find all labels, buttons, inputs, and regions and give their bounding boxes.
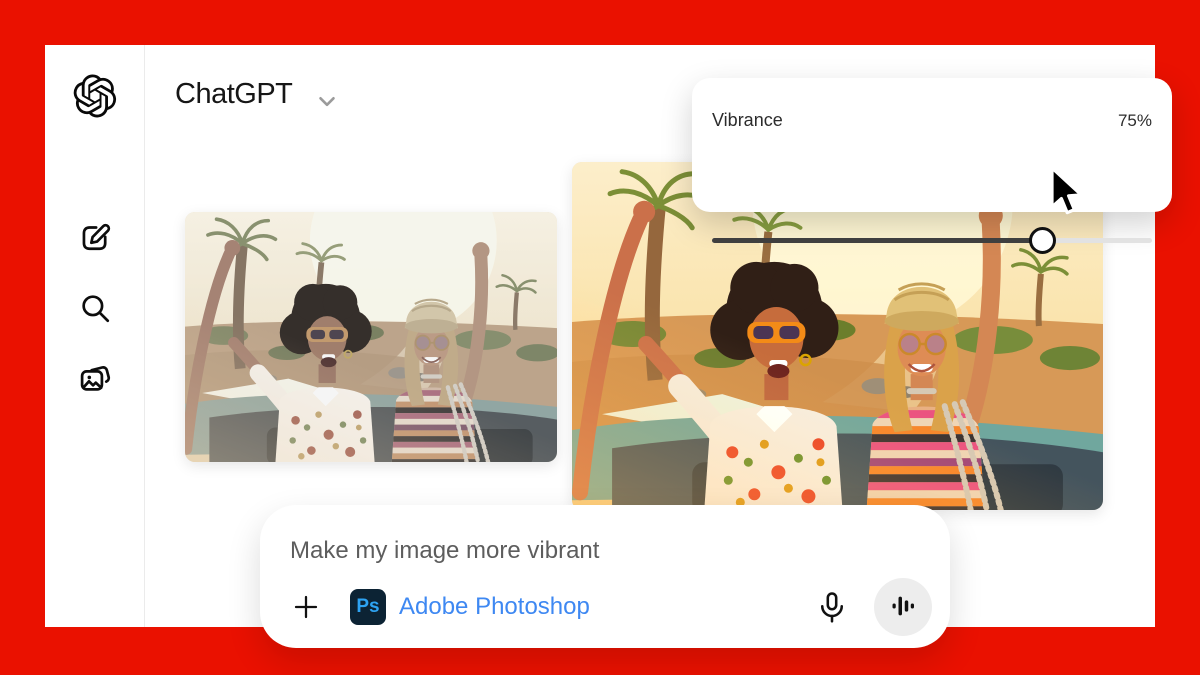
vibrance-label: Vibrance xyxy=(712,110,783,131)
vibrance-slider-thumb[interactable] xyxy=(1029,227,1056,254)
new-chat-icon[interactable] xyxy=(78,221,112,255)
adobe-photoshop-chip[interactable]: Ps Adobe Photoshop xyxy=(350,589,590,625)
photoshop-badge-icon: Ps xyxy=(350,589,386,625)
sidebar xyxy=(45,45,145,627)
microphone-icon[interactable] xyxy=(814,589,850,625)
vibrance-panel: Vibrance 75% xyxy=(692,78,1172,212)
prompt-bar[interactable]: Make my image more vibrant Ps Adobe Phot… xyxy=(260,505,950,648)
library-icon[interactable] xyxy=(77,360,113,396)
plus-icon[interactable] xyxy=(290,591,322,623)
mouse-cursor-icon xyxy=(1042,166,1090,223)
voice-mode-button[interactable] xyxy=(874,578,932,636)
voice-waveform-icon xyxy=(888,591,918,624)
adobe-red-frame: ChatGPT Vibrance 75% Make my image more … xyxy=(0,0,1200,675)
page-title: ChatGPT xyxy=(175,78,292,111)
vibrance-slider-track[interactable] xyxy=(712,238,1152,243)
prompt-input-text[interactable]: Make my image more vibrant xyxy=(290,537,599,565)
photoshop-label: Adobe Photoshop xyxy=(399,593,590,621)
chevron-down-icon[interactable] xyxy=(314,88,340,119)
vibrance-value: 75% xyxy=(1118,111,1152,131)
search-icon[interactable] xyxy=(78,291,112,325)
photo-after-edit xyxy=(572,162,1103,510)
vibrance-slider-fill xyxy=(712,238,1042,243)
openai-logo-icon[interactable] xyxy=(73,74,117,118)
photo-before-edit xyxy=(185,212,557,462)
